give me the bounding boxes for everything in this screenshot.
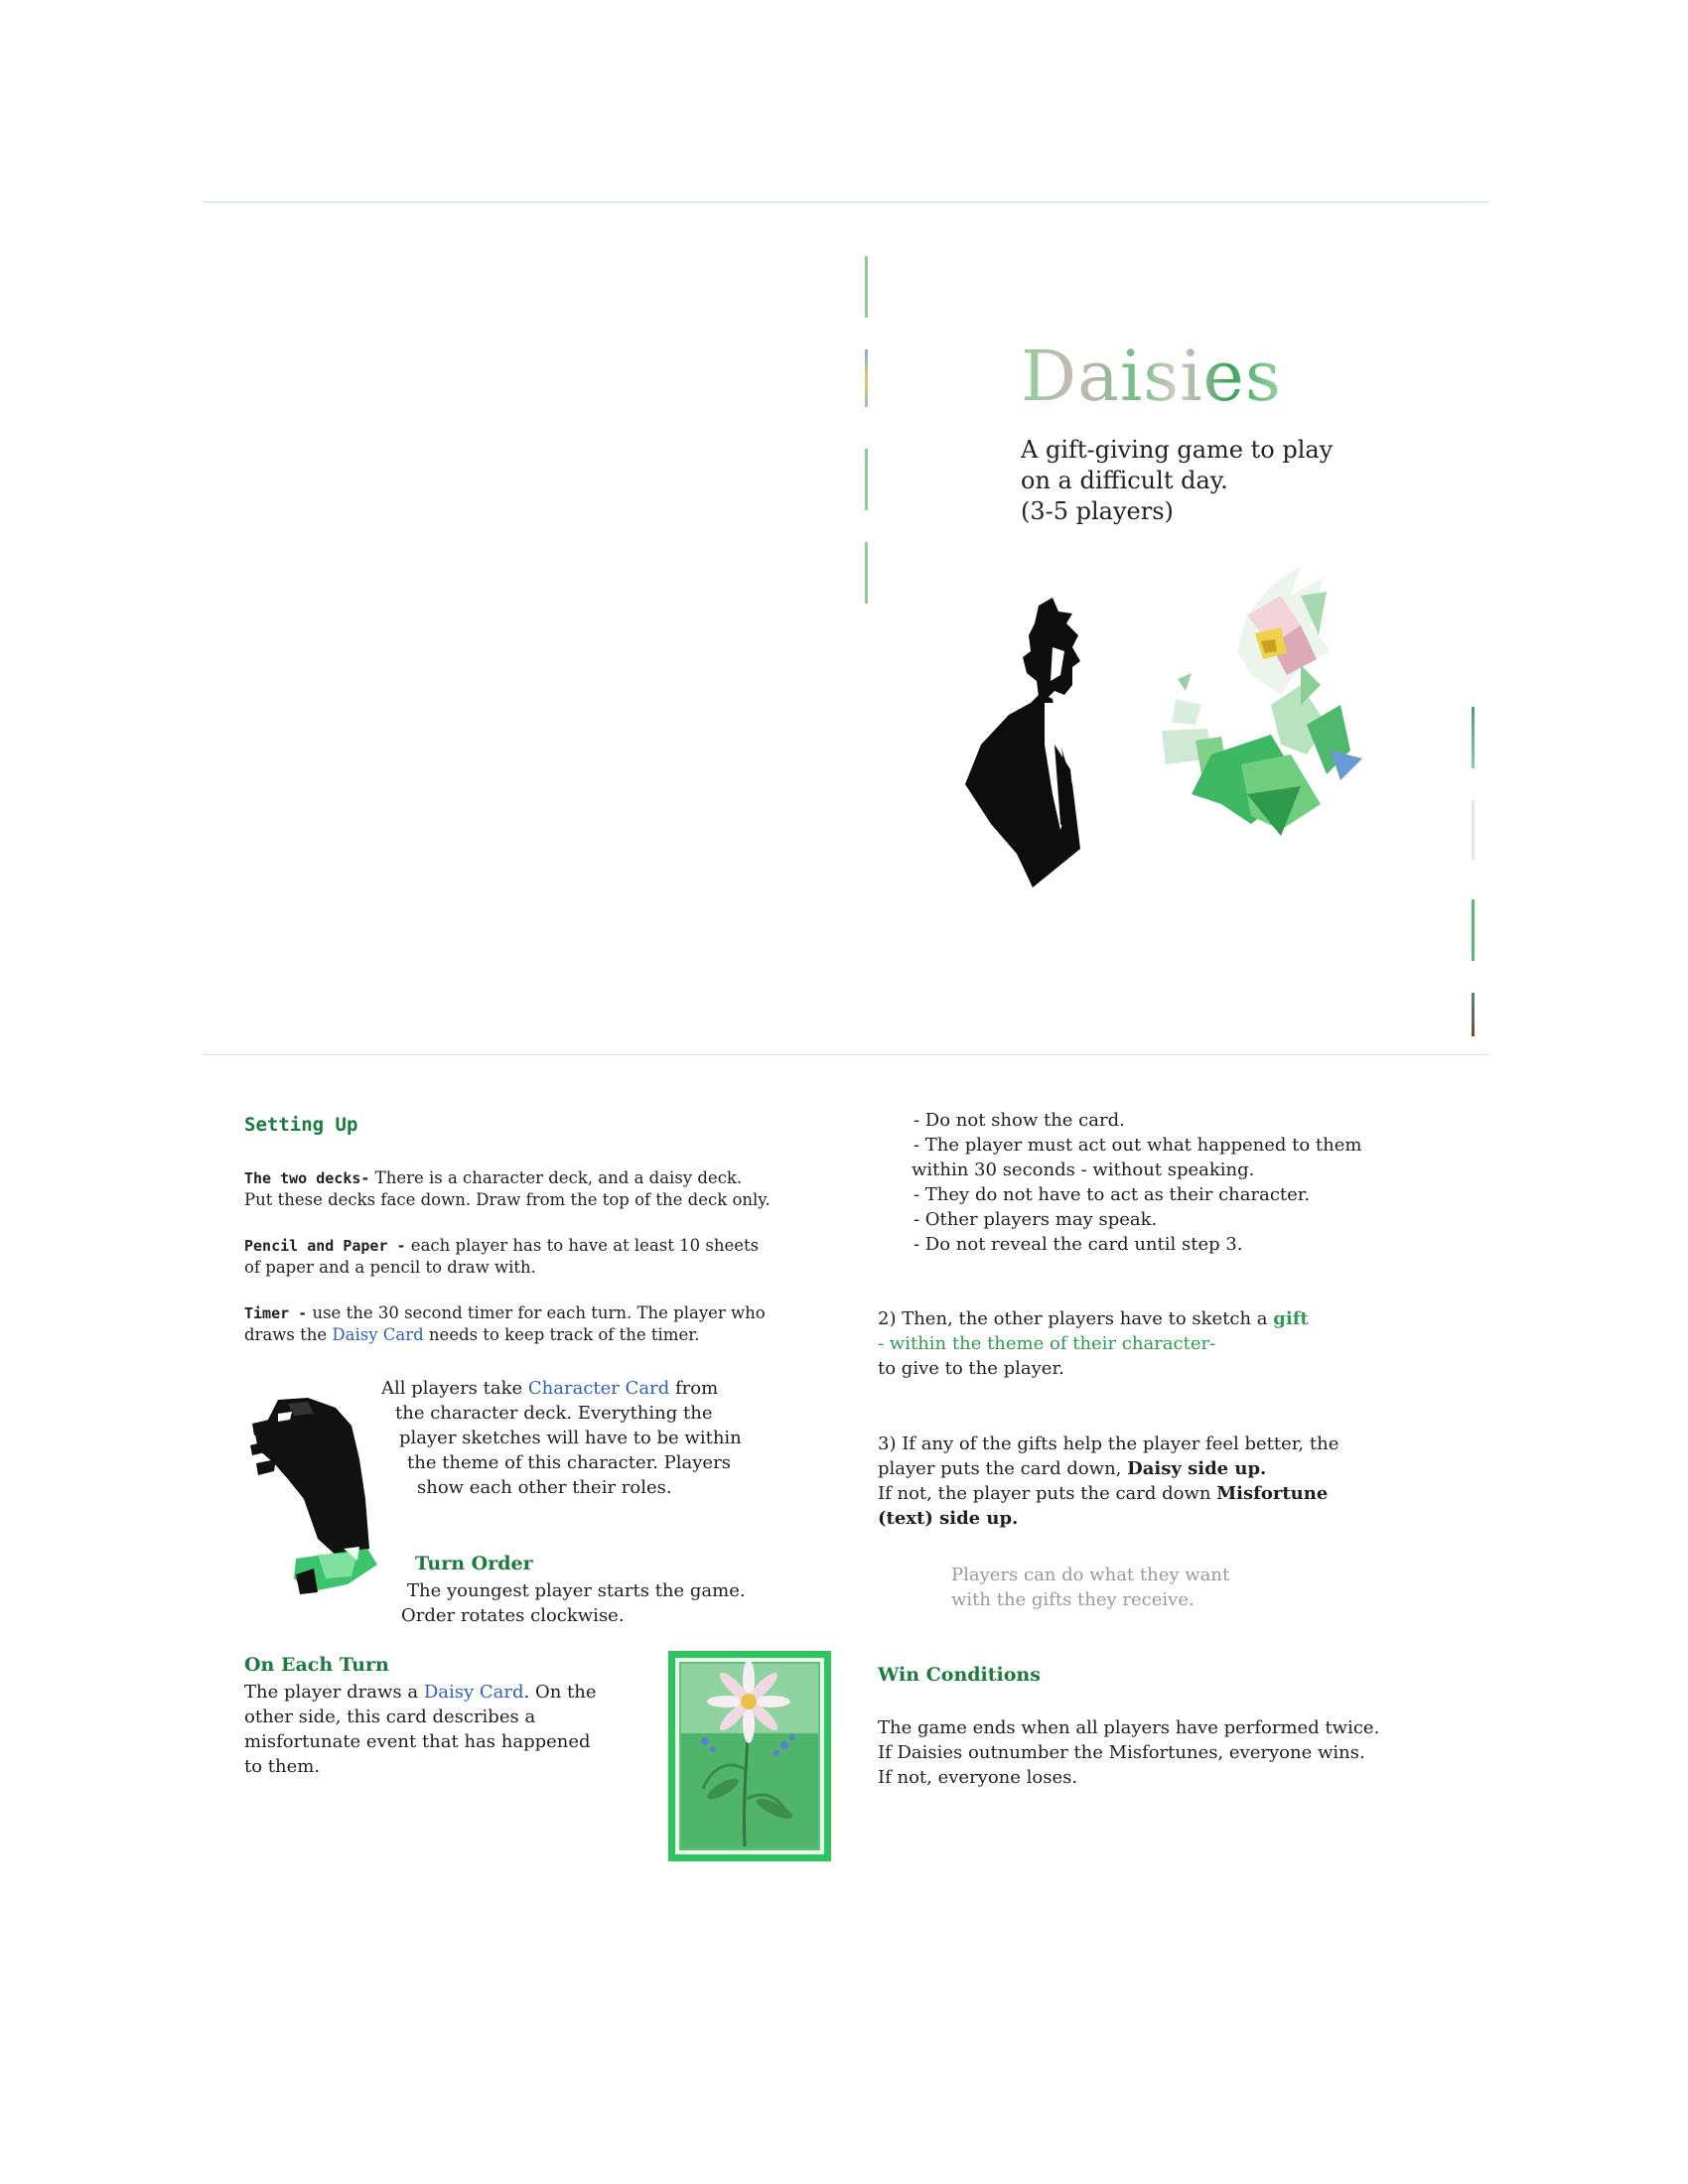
daisy-card-illustration-icon [668, 1651, 831, 1861]
fold-mark [865, 349, 868, 407]
pencil-label: Pencil and Paper - [244, 1237, 406, 1255]
gifts-note: Players can do what they want with the g… [951, 1563, 1229, 1612]
daisy-card-link: Daisy Card [332, 1325, 424, 1344]
each-turn-line: . On the [523, 1682, 597, 1703]
turn-order-line: Order rotates clockwise. [401, 1605, 625, 1626]
step2-text: to give to the player. [878, 1358, 1064, 1379]
note-line: Players can do what they want [951, 1565, 1230, 1585]
fold-mark [1472, 993, 1475, 1036]
step2-text: 2) Then, the other players have to sketc… [878, 1308, 1274, 1329]
game-subtitle: A gift-giving game to play on a difficul… [1021, 435, 1333, 527]
rule-item: - They do not have to act as their chara… [914, 1184, 1311, 1205]
character-text: the character deck. Everything the [395, 1403, 713, 1424]
rules-list: - Do not show the card. - The player mus… [912, 1108, 1361, 1257]
misfortune-word: Misfortune [1216, 1483, 1329, 1504]
each-turn-heading: On Each Turn [244, 1654, 389, 1676]
daisy-card-link: Daisy Card [423, 1682, 524, 1703]
rule-item: - Other players may speak. [914, 1209, 1158, 1230]
turn-order-heading: Turn Order [415, 1553, 533, 1574]
decks-label: The two decks- [244, 1169, 370, 1187]
fold-mark [1472, 800, 1475, 860]
timer-label: Timer - [244, 1304, 308, 1322]
win-line: If not, everyone loses. [878, 1767, 1078, 1788]
top-rule [203, 202, 1489, 203]
game-title: Daisies [1021, 336, 1282, 417]
character-paragraph: All players take Character Card from the… [377, 1376, 742, 1500]
character-text: All players take [381, 1378, 528, 1399]
rule-item: within 30 seconds - without speaking. [912, 1160, 1255, 1180]
step2-paragraph: 2) Then, the other players have to sketc… [878, 1306, 1309, 1381]
rule-item: - Do not show the card. [914, 1110, 1125, 1131]
crystal-flower-gift-icon [1162, 566, 1362, 836]
middle-rule [203, 1054, 1489, 1055]
gift-word: gift [1273, 1308, 1309, 1329]
fold-mark [865, 256, 868, 318]
subtitle-line: (3-5 players) [1021, 497, 1174, 525]
step3-text: (text) side up. [878, 1508, 1019, 1529]
pencil-text: each player has to have at least 10 shee… [405, 1236, 760, 1255]
timer-text: use the 30 second timer for each turn. T… [307, 1303, 766, 1322]
subtitle-line: A gift-giving game to play [1021, 436, 1334, 464]
rule-item: - The player must act out what happened … [914, 1135, 1362, 1156]
step3-text: 3) If any of the gifts help the player f… [878, 1433, 1339, 1454]
rule-item: - Do not reveal the card until step 3. [914, 1234, 1243, 1255]
character-card-link: Character Card [527, 1378, 670, 1399]
turn-order-text: The youngest player starts the game. Ord… [401, 1578, 746, 1628]
step3-paragraph: 3) If any of the gifts help the player f… [878, 1432, 1338, 1531]
setup-heading: Setting Up [244, 1114, 358, 1136]
step2-theme: - within the theme of their character- [878, 1333, 1216, 1354]
character-text: player sketches will have to be within [399, 1428, 742, 1448]
silhouette-figure-icon [965, 598, 1080, 887]
decks-text: There is a character deck, and a daisy d… [369, 1168, 743, 1187]
each-turn-line: The player draws a [244, 1682, 424, 1703]
timer-text: draws the [244, 1325, 333, 1344]
step3-text: If not, the player puts the card down [878, 1483, 1217, 1504]
win-text: The game ends when all players have perf… [878, 1715, 1379, 1790]
step3-text: player puts the card down, [878, 1458, 1128, 1479]
pencil-paragraph: Pencil and Paper - each player has to ha… [244, 1235, 759, 1279]
win-line: If Daisies outnumber the Misfortunes, ev… [878, 1742, 1365, 1763]
win-line: The game ends when all players have perf… [878, 1717, 1380, 1738]
each-turn-line: other side, this card describes a [244, 1706, 536, 1727]
timer-paragraph: Timer - use the 30 second timer for each… [244, 1302, 766, 1346]
each-turn-line: to them. [244, 1756, 321, 1777]
decks-paragraph: The two decks- There is a character deck… [244, 1167, 771, 1211]
reaching-hand-icon [250, 1398, 377, 1594]
character-text: from [669, 1378, 719, 1399]
each-turn-text: The player draws a Daisy Card. On the ot… [244, 1680, 597, 1779]
fold-mark [1472, 899, 1475, 961]
pencil-text: of paper and a pencil to draw with. [244, 1258, 536, 1277]
decks-text: Put these decks face down. Draw from the… [244, 1190, 771, 1209]
fold-mark [865, 449, 868, 510]
note-line: with the gifts they receive. [951, 1589, 1195, 1610]
character-text: the theme of this character. Players [407, 1452, 731, 1473]
turn-order-line: The youngest player starts the game. [407, 1580, 746, 1601]
each-turn-line: misfortunate event that has happened [244, 1731, 591, 1752]
timer-text: needs to keep track of the timer. [423, 1325, 700, 1344]
fold-mark [865, 542, 868, 604]
daisy-side-up: Daisy side up. [1127, 1458, 1267, 1479]
subtitle-line: on a difficult day. [1021, 467, 1228, 494]
character-text: show each other their roles. [417, 1477, 672, 1498]
fold-mark [1472, 707, 1475, 768]
win-heading: Win Conditions [878, 1664, 1041, 1686]
